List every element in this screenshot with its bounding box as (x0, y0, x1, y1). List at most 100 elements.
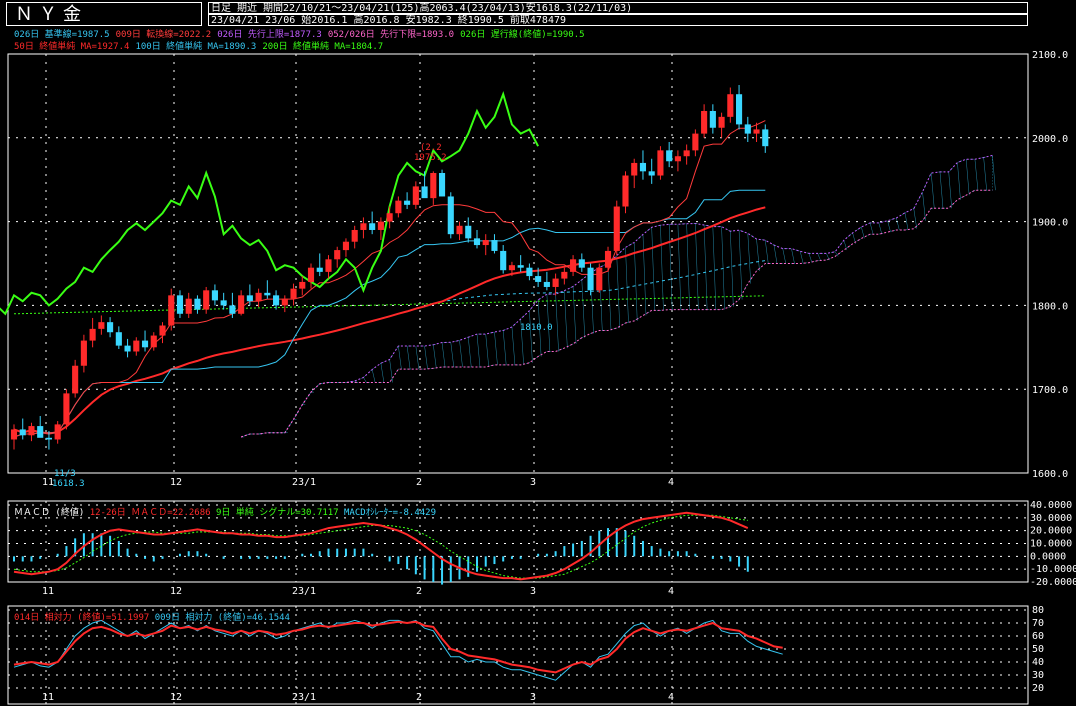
candle-body (674, 156, 681, 162)
candle-body (28, 426, 35, 436)
cloud-hatch-49 (668, 224, 673, 310)
candle-body (72, 365, 79, 394)
x-tick-label-4: 3 (530, 477, 536, 488)
cloud-hatch-62 (782, 248, 786, 264)
candle-body (456, 225, 463, 235)
cloud-hatch-43 (616, 255, 621, 329)
cloud-hatch-46 (642, 234, 647, 316)
macd-line (13, 511, 749, 581)
cloud-hatch-21 (424, 346, 428, 370)
price-y-tick-1: 2000.0 (1032, 134, 1068, 145)
candle-body (543, 281, 550, 287)
candle-body (753, 129, 760, 134)
x-tick-label-3: 2 (416, 477, 422, 488)
candle-body (211, 290, 218, 301)
macd-y-tick-4: 0.0000 (1030, 551, 1066, 562)
cloud-hatch-25 (459, 340, 463, 368)
x-tick-label-macd-0: 11 (42, 586, 54, 597)
candle-body (255, 292, 262, 302)
price-y-tick-0: 2100.0 (1032, 50, 1068, 61)
candle-body (404, 200, 411, 205)
candle-body (45, 437, 52, 440)
candle-body (552, 278, 559, 287)
candle-body (54, 424, 61, 440)
x-tick-label-rsi-1: 12 (170, 692, 182, 703)
cloud-hatch-56 (730, 231, 734, 307)
rsi-y-tick-2: 60 (1032, 631, 1044, 642)
tenkan-line (13, 120, 766, 438)
cloud-hatch-16 (380, 363, 385, 383)
candle-body (124, 345, 131, 352)
cloud-hatch-18 (398, 346, 402, 370)
cloud-hatch-45 (633, 242, 638, 321)
rsi9-line (13, 619, 783, 681)
candle-body (386, 213, 393, 222)
candle-body (596, 267, 603, 291)
candle-body (307, 267, 315, 282)
cloud-hatch-83 (965, 159, 970, 196)
candle-body (666, 150, 673, 162)
candle-body (203, 290, 210, 310)
candle-body (412, 186, 419, 205)
rsi-y-tick-6: 20 (1032, 683, 1044, 694)
price-chart[interactable]: 11111112121223/123/123/12223334442100.02… (0, 0, 1076, 706)
candle-body (37, 426, 44, 438)
annotation-low-date: 11/3 (54, 469, 76, 479)
candle-body (185, 298, 192, 314)
cloud-hatch-65 (808, 253, 813, 263)
x-tick-label-rsi-4: 3 (530, 692, 536, 703)
candle-body (421, 186, 428, 199)
candle-body (447, 196, 454, 235)
x-tick-label-rsi-5: 4 (668, 692, 674, 703)
cloud-hatch-58 (747, 233, 752, 284)
candle-body (482, 240, 489, 246)
x-tick-label-macd-4: 3 (530, 586, 536, 597)
candle-body (639, 162, 647, 172)
macd-value: 12-26日 ＭＡＣＤ=22.2686 (89, 508, 211, 518)
cloud-hatch-38 (572, 286, 577, 344)
cloud-hatch-15 (371, 369, 376, 383)
candle-body (473, 238, 481, 246)
candle-body (377, 221, 384, 230)
candle-body (107, 322, 114, 333)
cloud-hatch-60 (765, 240, 769, 264)
candle-body (500, 250, 507, 271)
candle-body (238, 295, 245, 314)
chikou-line (0, 91, 539, 316)
candle-body (683, 150, 690, 157)
candle-body (762, 129, 769, 147)
cloud-hatch-14 (363, 377, 367, 383)
candle-body (587, 267, 594, 291)
x-tick-label-rsi-0: 11 (42, 692, 54, 703)
cloud-hatch-71 (861, 226, 865, 239)
cloud-hatch-33 (529, 310, 533, 363)
cloud-hatch-66 (817, 253, 821, 261)
cloud-hatch-84 (974, 159, 979, 191)
cloud-hatch-42 (607, 263, 612, 331)
annotation-high-label: (2.2 (420, 143, 442, 153)
cloud-hatch-80 (939, 171, 944, 209)
candle-body (692, 133, 699, 151)
candle-body (115, 332, 122, 346)
candle-body (316, 267, 323, 272)
x-tick-label-5: 4 (668, 477, 674, 488)
price-y-tick-4: 1700.0 (1032, 385, 1068, 396)
cloud-hatch-59 (756, 238, 760, 272)
candle-body (395, 200, 402, 214)
x-tick-label-1: 12 (170, 477, 182, 488)
cloud-hatch-81 (948, 171, 952, 209)
candle-body (273, 295, 280, 306)
candle-body (438, 172, 446, 197)
macd-y-tick-0: 40.0000 (1030, 500, 1072, 511)
cloud-hatch-30 (502, 330, 507, 365)
candle-body (246, 295, 253, 302)
macd-y-tick-6: -20.0000 (1030, 577, 1076, 588)
candle-body (727, 94, 734, 117)
candle-body (736, 94, 743, 125)
rsi-y-tick-4: 40 (1032, 657, 1044, 668)
annotation-high-value: 1975.2 (414, 153, 447, 163)
cloud-hatch-86 (992, 155, 996, 191)
candle-body (561, 271, 568, 279)
candle-body (578, 259, 585, 268)
annotation-low-value: 1618.3 (52, 479, 85, 489)
